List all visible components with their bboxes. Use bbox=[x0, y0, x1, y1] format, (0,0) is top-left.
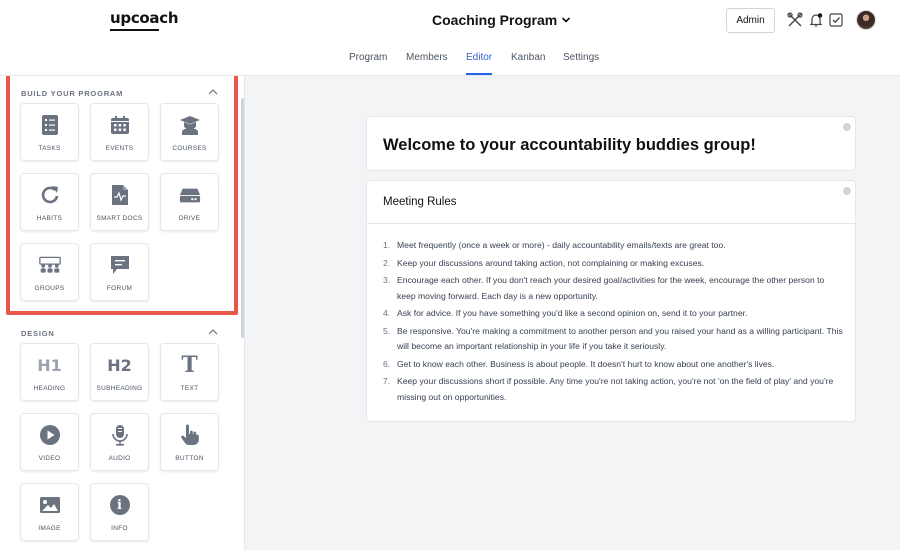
list-item: 2. Keep your discussions around taking ac… bbox=[383, 257, 705, 268]
tab-settings[interactable]: Settings bbox=[563, 52, 599, 73]
tile-label: TEXT bbox=[180, 385, 199, 392]
tile-subheading[interactable]: H2 SUBHEADING bbox=[90, 343, 149, 401]
block-settings-icon[interactable] bbox=[843, 123, 851, 131]
tile-courses[interactable]: COURSES bbox=[160, 103, 219, 161]
tile-label: VIDEO bbox=[38, 455, 61, 462]
chevron-up-icon[interactable] bbox=[208, 328, 218, 336]
rules-list: 1. Meet frequently (once a week or more) … bbox=[383, 238, 843, 407]
tile-label: HABITS bbox=[36, 215, 63, 222]
list-item: 7. Keep your discussions short if possibl… bbox=[383, 376, 834, 402]
h1-glyph: H1 bbox=[37, 355, 62, 375]
tools-icon[interactable] bbox=[787, 12, 803, 28]
graduation-cap-icon bbox=[179, 116, 200, 135]
info-icon: i bbox=[109, 494, 131, 516]
list-item: 4. Ask for advice. If you have something … bbox=[383, 308, 748, 318]
tile-drive[interactable]: DRIVE bbox=[160, 173, 219, 231]
block-settings-icon[interactable] bbox=[843, 187, 851, 195]
tile-label: FORUM bbox=[106, 285, 133, 292]
microphone-icon bbox=[111, 425, 128, 446]
chevron-up-icon[interactable] bbox=[208, 88, 218, 96]
drive-icon bbox=[179, 188, 200, 203]
sidebar: BUILD YOUR PROGRAM TASKS EVENTS COURSES bbox=[0, 76, 245, 550]
tile-audio[interactable]: AUDIO bbox=[90, 413, 149, 471]
program-title: Coaching Program bbox=[432, 12, 558, 28]
h1-icon: H1 bbox=[37, 354, 62, 376]
tile-smart-docs[interactable]: SMART DOCS bbox=[90, 173, 149, 231]
checkbox-icon[interactable] bbox=[828, 12, 844, 28]
divider bbox=[367, 223, 855, 224]
pointer-hand-icon bbox=[180, 424, 199, 445]
groups-icon bbox=[38, 256, 61, 273]
image-icon bbox=[39, 497, 60, 513]
list-item: 3. Encourage each other. If you don't rea… bbox=[383, 275, 825, 301]
tile-habits[interactable]: HABITS bbox=[20, 173, 79, 231]
chat-icon bbox=[110, 256, 129, 274]
tile-label: AUDIO bbox=[108, 455, 131, 462]
tab-bar: Program Members Editor Kanban Settings bbox=[0, 50, 900, 76]
logo-underline bbox=[110, 29, 159, 31]
tab-kanban[interactable]: Kanban bbox=[511, 52, 545, 73]
tab-editor[interactable]: Editor bbox=[466, 52, 493, 75]
smart-doc-icon bbox=[111, 185, 128, 205]
tile-forum[interactable]: FORUM bbox=[90, 243, 149, 301]
avatar[interactable] bbox=[856, 10, 876, 30]
chevron-down-icon bbox=[562, 17, 571, 23]
rules-title: Meeting Rules bbox=[383, 196, 457, 208]
section-title-design: DESIGN bbox=[21, 329, 55, 338]
tile-label: HEADING bbox=[33, 385, 66, 392]
top-header: upcoach Coaching Program Admin Program M… bbox=[0, 0, 900, 76]
program-selector[interactable]: Coaching Program bbox=[432, 12, 571, 28]
list-item: 6. Get to know each other. Business is ab… bbox=[383, 358, 775, 369]
tab-program[interactable]: Program bbox=[349, 52, 387, 73]
tile-label: INFO bbox=[111, 525, 128, 532]
tile-label: EVENTS bbox=[105, 145, 134, 152]
tile-label: SMART DOCS bbox=[96, 215, 143, 222]
tab-members[interactable]: Members bbox=[406, 52, 448, 73]
text-icon: T bbox=[179, 352, 201, 378]
tile-label: TASKS bbox=[38, 145, 61, 152]
play-icon bbox=[39, 425, 60, 445]
h2-glyph: H2 bbox=[107, 355, 132, 375]
tile-image[interactable]: IMAGE bbox=[20, 483, 79, 541]
tile-label: IMAGE bbox=[38, 525, 61, 532]
tile-button[interactable]: BUTTON bbox=[160, 413, 219, 471]
logo[interactable]: upcoach bbox=[110, 9, 179, 27]
tile-events[interactable]: EVENTS bbox=[90, 103, 149, 161]
tile-video[interactable]: VIDEO bbox=[20, 413, 79, 471]
list-item: 1. Meet frequently (once a week or more) … bbox=[383, 240, 726, 250]
section-title-build: BUILD YOUR PROGRAM bbox=[21, 89, 124, 98]
meeting-rules-card[interactable]: Meeting Rules 1. Meet frequently (once a … bbox=[366, 180, 856, 422]
bell-icon[interactable] bbox=[808, 12, 824, 28]
info-glyph: i bbox=[109, 495, 130, 515]
tile-tasks[interactable]: TASKS bbox=[20, 103, 79, 161]
welcome-title: Welcome to your accountability buddies g… bbox=[383, 136, 756, 154]
tile-groups[interactable]: GROUPS bbox=[20, 243, 79, 301]
tile-label: COURSES bbox=[172, 145, 207, 152]
admin-button[interactable]: Admin bbox=[726, 8, 775, 33]
welcome-card[interactable]: Welcome to your accountability buddies g… bbox=[366, 116, 856, 171]
scrollbar[interactable] bbox=[241, 98, 244, 338]
tile-heading[interactable]: H1 HEADING bbox=[20, 343, 79, 401]
tasks-icon bbox=[41, 115, 58, 135]
tile-label: GROUPS bbox=[34, 285, 65, 292]
text-glyph: T bbox=[181, 352, 198, 378]
tile-label: BUTTON bbox=[175, 455, 204, 462]
tile-info[interactable]: i INFO bbox=[90, 483, 149, 541]
list-item: 5. Be responsive. You're making a commitm… bbox=[383, 325, 843, 352]
tile-text[interactable]: T TEXT bbox=[160, 343, 219, 401]
calendar-icon bbox=[110, 116, 129, 134]
redo-icon bbox=[41, 186, 58, 204]
tile-label: DRIVE bbox=[178, 215, 201, 222]
tile-label: SUBHEADING bbox=[96, 385, 143, 392]
h2-icon: H2 bbox=[107, 354, 132, 376]
